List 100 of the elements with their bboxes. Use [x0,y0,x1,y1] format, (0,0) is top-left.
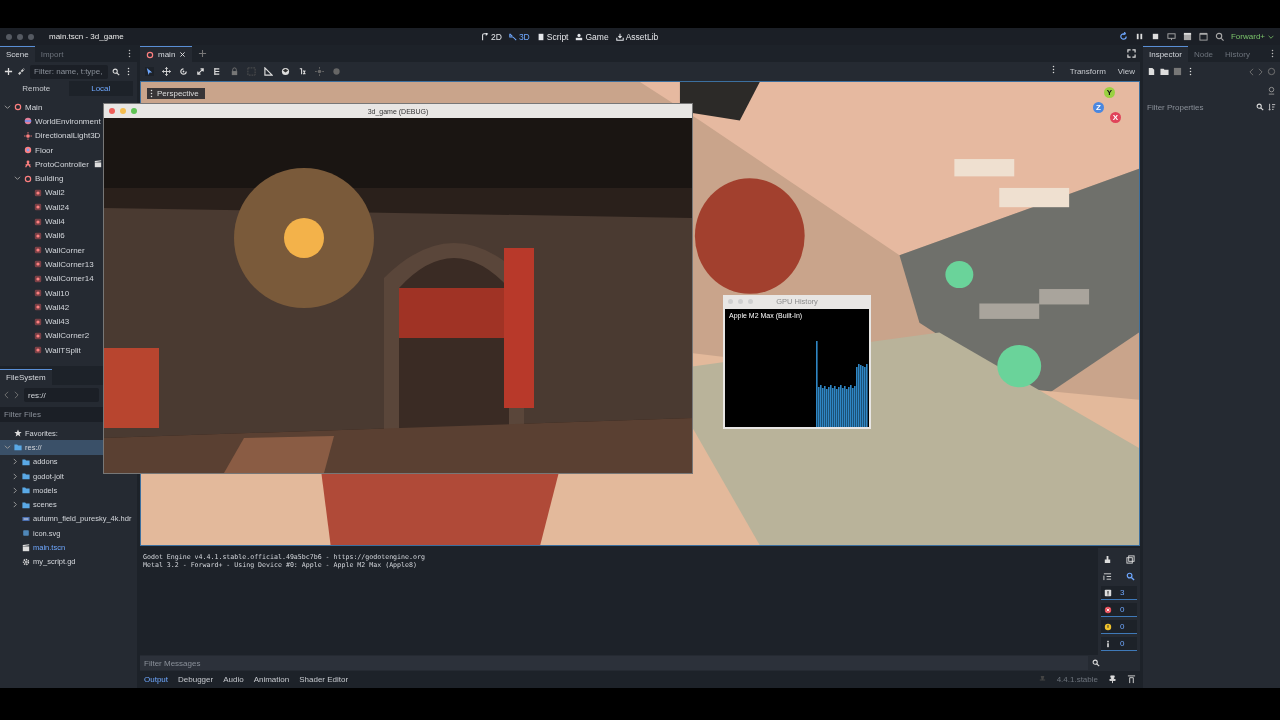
info-icon [1104,639,1112,648]
scene-tree-item[interactable]: WorldEnvironment [35,116,101,126]
workspace-tab[interactable]: 2D [481,31,502,42]
move-icon[interactable] [162,67,171,77]
clapper-icon[interactable] [94,160,102,169]
mesh-instance-icon [34,289,42,297]
dock-tab[interactable]: FileSystem [0,369,52,385]
filter-field[interactable]: Filter Messages [140,656,1088,670]
bottom-panel-tab[interactable]: Output [144,675,168,684]
menu-button[interactable]: View [1117,67,1135,77]
environment-icon[interactable] [332,67,341,77]
dock-tab[interactable]: Import [34,47,70,62]
lock-icon[interactable] [230,67,239,77]
globe-icon [24,117,32,126]
dock-tab[interactable]: Inspector [1143,46,1188,62]
fullscreen-icon[interactable] [1127,49,1136,59]
play-scene-icon[interactable] [1183,32,1192,41]
clear-icon[interactable] [1103,554,1112,564]
scene-tree-item[interactable]: WallTSplit [45,345,81,355]
mesh-instance-icon [34,231,42,240]
bottom-panel-tab[interactable]: Animation [253,675,290,684]
message-filter-button[interactable]: 0 [1101,620,1137,634]
window-controls[interactable] [109,108,137,114]
select-arrow-icon[interactable] [145,67,154,77]
collapse-icon[interactable] [1103,571,1112,581]
message-filter-button[interactable]: 3 [1101,586,1137,600]
search-icon[interactable] [1092,659,1100,667]
close-icon[interactable] [179,51,187,59]
save-icon[interactable] [1173,67,1182,76]
menu-button[interactable]: Transform [1069,67,1106,77]
add-tab-icon[interactable] [198,49,208,59]
rotate-icon[interactable] [179,67,188,77]
stop-icon[interactable] [1151,32,1160,41]
filter-field[interactable]: Filter Files [0,407,103,422]
scene-tree-item[interactable]: Building [35,174,64,184]
link-icon[interactable] [17,67,26,76]
workspace-tab[interactable]: 3D [508,31,530,42]
open-folder-icon[interactable] [1160,67,1169,76]
scene-tree-item[interactable]: Wall4 [45,217,65,226]
search-icon[interactable] [1256,103,1264,111]
scene-tree-item[interactable]: ProtoController [35,159,89,169]
back-icon[interactable] [4,391,9,399]
mode-tab[interactable]: Remote [4,81,69,96]
bottom-panel-tab[interactable]: Audio [223,675,244,684]
list-select-icon[interactable] [213,67,222,77]
bottom-panel-tab[interactable]: Shader Editor [299,675,349,684]
scene-tree-item[interactable]: Wall42 [45,302,70,312]
movie-maker-icon[interactable] [1215,32,1224,41]
search-icon[interactable] [1126,571,1135,581]
error-icon [1104,605,1112,614]
back-icon[interactable] [1249,67,1254,76]
sun-icon[interactable] [315,67,324,77]
scene-tree-item[interactable]: Wall24 [45,202,70,212]
search-icon[interactable] [112,67,120,76]
scene-tree-item[interactable]: DirectionalLight3D [35,131,101,141]
scene-tree-item[interactable]: WallCorner13 [45,259,94,269]
workspace-tab[interactable]: Game [575,31,609,42]
path-field[interactable]: res:// [24,388,99,402]
scene-tree-item[interactable]: Wall10 [45,288,70,298]
character-icon [24,160,32,169]
scene-tree-item[interactable]: Wall43 [45,317,70,327]
history-icon[interactable] [1267,67,1276,76]
sort-icon[interactable] [1268,103,1276,111]
scene-tree-item[interactable]: Wall2 [45,188,65,198]
forward-icon[interactable] [1258,67,1263,76]
expand-panel-icon[interactable] [1127,675,1136,684]
workspace-tab[interactable]: AssetLib [615,31,659,42]
ruler-icon[interactable] [264,67,273,77]
version-label: 4.4.1.stable [1056,675,1098,684]
dock-tab[interactable]: History [1219,47,1256,62]
dock-tab[interactable]: Scene [0,46,35,62]
scene-tree-item[interactable]: Wall6 [45,231,65,241]
message-filter-button[interactable]: 0 [1101,603,1137,617]
mode-tab[interactable]: Local [68,81,133,96]
mesh-instance-icon [34,346,42,355]
reload-icon[interactable] [1119,32,1128,41]
bottom-panel-tab[interactable]: Debugger [178,675,214,684]
cube-icon[interactable] [281,67,290,77]
remote-debug-icon[interactable] [1167,32,1176,41]
filter-field[interactable]: Filter: name, t:type, [30,64,108,79]
add-icon[interactable] [4,67,13,76]
window-controls[interactable] [6,33,34,40]
scale-icon[interactable] [196,67,205,77]
renderer-dropdown[interactable]: Forward+ [1231,32,1274,41]
scene-tree-item[interactable]: WallCorner2 [45,331,90,341]
scene-tree-item[interactable]: Floor [35,145,54,155]
copy-icon[interactable] [1126,554,1135,564]
scene-tree-item[interactable]: WallCorner14 [45,274,94,284]
scene-tree-item[interactable]: WallCorner [45,245,85,255]
object-search-icon[interactable] [1267,86,1276,95]
pause-icon[interactable] [1135,32,1144,41]
filter-field[interactable]: Filter Properties [1147,100,1252,114]
message-filter-button[interactable]: 0 [1101,637,1137,651]
workspace-tab[interactable]: Script [536,31,569,42]
play-custom-icon[interactable] [1199,32,1208,41]
forward-icon[interactable] [14,391,19,399]
caret-icon [1268,34,1274,39]
editor-tab[interactable]: main [140,46,193,63]
new-resource-icon[interactable] [1147,67,1156,76]
scene-tree-item[interactable]: Main [25,102,43,112]
